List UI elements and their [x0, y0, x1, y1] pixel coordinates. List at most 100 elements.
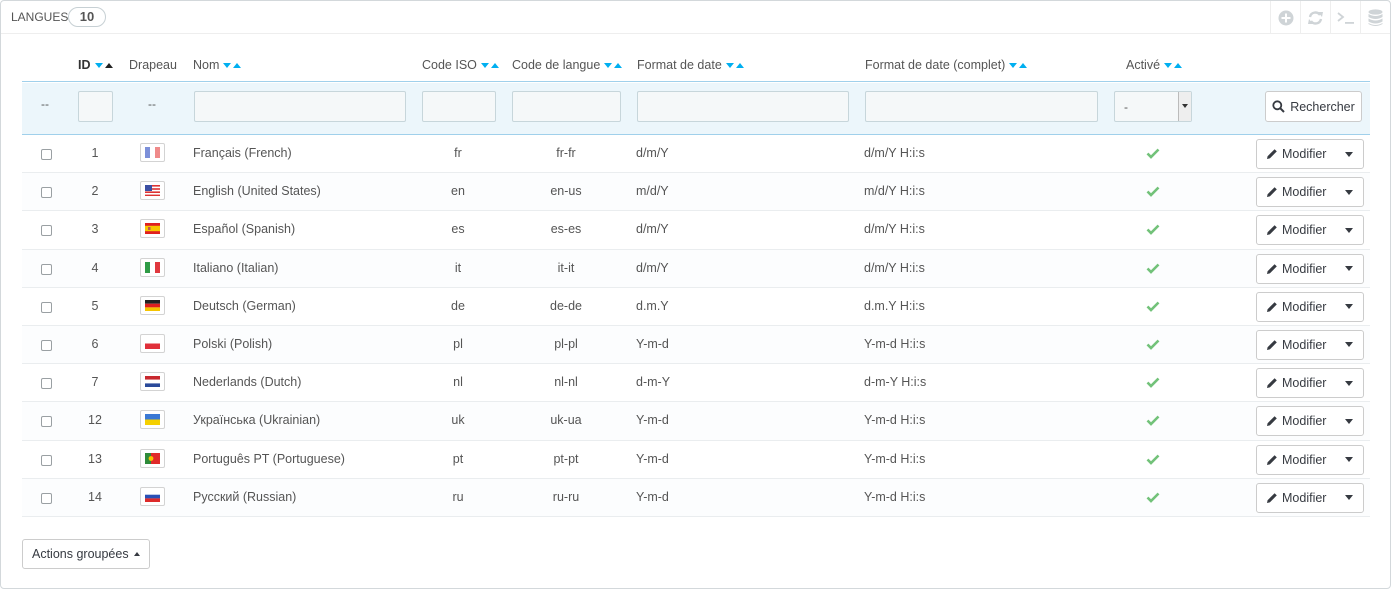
edit-dropdown-toggle[interactable]	[1336, 255, 1363, 283]
filter-active-select[interactable]: -	[1114, 91, 1192, 122]
edit-dropdown-toggle[interactable]	[1336, 331, 1363, 359]
row-id: 7	[91, 375, 99, 390]
row-lang-code: es-es	[550, 222, 582, 237]
table-row: 1 Français (French) fr fr-fr d/m/Y d/m/Y H:i:…	[22, 135, 1370, 174]
sort-desc-icon[interactable]	[604, 62, 613, 68]
row-checkbox[interactable]	[41, 454, 52, 466]
active-check-icon[interactable]	[1146, 148, 1160, 162]
row-date-format: d/m/Y	[636, 222, 669, 237]
sort-asc-icon[interactable]	[614, 62, 623, 68]
edit-button[interactable]: Modifier	[1257, 407, 1336, 435]
active-check-icon[interactable]	[1146, 186, 1160, 200]
filter-id-input[interactable]	[78, 91, 113, 122]
col-lang-code[interactable]: Code de langue	[512, 58, 623, 72]
edit-dropdown-toggle[interactable]	[1336, 369, 1363, 397]
col-active[interactable]: Activé	[1126, 58, 1183, 72]
pencil-icon	[1267, 454, 1277, 465]
row-checkbox[interactable]	[41, 225, 52, 237]
col-flag: Drapeau	[129, 58, 177, 72]
active-check-icon[interactable]	[1146, 492, 1160, 506]
row-checkbox[interactable]	[41, 149, 52, 160]
active-check-icon[interactable]	[1146, 454, 1160, 468]
refresh-button[interactable]	[1300, 1, 1330, 34]
sort-desc-icon[interactable]	[725, 62, 734, 68]
sort-asc-icon[interactable]	[233, 62, 242, 68]
sql-query-button[interactable]	[1330, 1, 1360, 34]
filter-name-input[interactable]	[194, 91, 406, 122]
flag-ua-icon	[140, 410, 165, 430]
row-lang-code: it-it	[557, 260, 575, 275]
edit-dropdown-toggle[interactable]	[1336, 178, 1363, 206]
edit-button[interactable]: Modifier	[1257, 140, 1336, 168]
col-date-format-full-label: Format de date (complet)	[865, 58, 1006, 72]
flag-es-icon	[140, 219, 165, 239]
active-check-icon[interactable]	[1146, 263, 1160, 277]
sort-desc-icon[interactable]	[94, 62, 103, 68]
sort-desc-icon[interactable]	[480, 62, 489, 68]
sort-desc-icon[interactable]	[1009, 62, 1018, 68]
sort-asc-icon[interactable]	[735, 62, 744, 68]
row-checkbox[interactable]	[41, 187, 52, 199]
filter-date-format-input[interactable]	[637, 91, 849, 122]
filter-select-dash: --	[41, 97, 49, 111]
edit-button-label: Modifier	[1282, 299, 1327, 314]
active-check-icon[interactable]	[1146, 415, 1160, 429]
sort-asc-icon[interactable]	[1019, 62, 1028, 68]
row-edit-button-group: Modifier	[1256, 215, 1364, 246]
sort-desc-icon[interactable]	[223, 62, 232, 68]
table-row: 12 Українська (Ukrainian) uk uk-ua Y-m-d Y-m-…	[22, 402, 1370, 441]
row-checkbox[interactable]	[41, 301, 52, 313]
active-check-icon[interactable]	[1146, 339, 1160, 353]
edit-dropdown-toggle[interactable]	[1336, 446, 1363, 474]
col-iso[interactable]: Code ISO	[422, 58, 499, 72]
flag-ru-icon	[140, 486, 165, 506]
edit-button[interactable]: Modifier	[1257, 369, 1336, 397]
edit-dropdown-toggle[interactable]	[1336, 293, 1363, 321]
bulk-actions-label: Actions groupées	[32, 547, 129, 561]
filter-lang-code-input[interactable]	[512, 91, 621, 122]
edit-button[interactable]: Modifier	[1257, 331, 1336, 359]
edit-button[interactable]: Modifier	[1257, 293, 1336, 321]
row-edit-button-group: Modifier	[1256, 253, 1364, 284]
row-checkbox[interactable]	[41, 339, 52, 351]
edit-button[interactable]: Modifier	[1257, 446, 1336, 474]
row-checkbox[interactable]	[41, 492, 52, 504]
table-row: 4 Italiano (Italian) it it-it d/m/Y d/m/Y H:i…	[22, 249, 1370, 288]
active-check-icon[interactable]	[1146, 224, 1160, 238]
filter-iso-input[interactable]	[422, 91, 496, 122]
bulk-actions-button[interactable]: Actions groupées	[22, 539, 150, 569]
table-row: 5 Deutsch (German) de de-de d.m.Y d.m.Y H:i:s…	[22, 287, 1370, 326]
filter-flag-dash: --	[148, 97, 156, 111]
sort-asc-icon[interactable]	[1174, 62, 1183, 68]
search-button[interactable]: Rechercher	[1265, 91, 1362, 122]
edit-dropdown-toggle[interactable]	[1336, 484, 1363, 512]
sort-desc-icon[interactable]	[1164, 62, 1173, 68]
sort-asc-icon[interactable]	[490, 62, 499, 68]
edit-button-label: Modifier	[1282, 376, 1327, 391]
col-name[interactable]: Nom	[193, 58, 242, 72]
edit-dropdown-toggle[interactable]	[1336, 216, 1363, 244]
add-button[interactable]	[1270, 1, 1300, 34]
filter-date-format-full-input[interactable]	[865, 91, 1098, 122]
col-date-format-full[interactable]: Format de date (complet)	[865, 58, 1028, 72]
active-check-icon[interactable]	[1146, 377, 1160, 391]
edit-button[interactable]: Modifier	[1257, 178, 1336, 206]
active-check-icon[interactable]	[1146, 301, 1160, 315]
col-id[interactable]: ID	[78, 58, 113, 72]
row-id: 6	[91, 336, 99, 351]
edit-button[interactable]: Modifier	[1257, 255, 1336, 283]
row-checkbox[interactable]	[41, 263, 52, 275]
row-lang-code: nl-nl	[554, 375, 578, 390]
edit-button[interactable]: Modifier	[1257, 484, 1336, 512]
row-checkbox[interactable]	[41, 378, 52, 390]
edit-dropdown-toggle[interactable]	[1336, 140, 1363, 168]
row-date-format-full: Y-m-d H:i:s	[864, 489, 926, 504]
export-button[interactable]	[1360, 1, 1390, 34]
sort-asc-icon[interactable]	[104, 62, 113, 68]
row-date-format-full: d/m/Y H:i:s	[864, 222, 925, 237]
col-date-format[interactable]: Format de date	[637, 58, 744, 72]
row-checkbox[interactable]	[41, 416, 52, 428]
edit-dropdown-toggle[interactable]	[1336, 407, 1363, 435]
row-name: Українська (Ukrainian)	[193, 413, 321, 428]
edit-button[interactable]: Modifier	[1257, 216, 1336, 244]
